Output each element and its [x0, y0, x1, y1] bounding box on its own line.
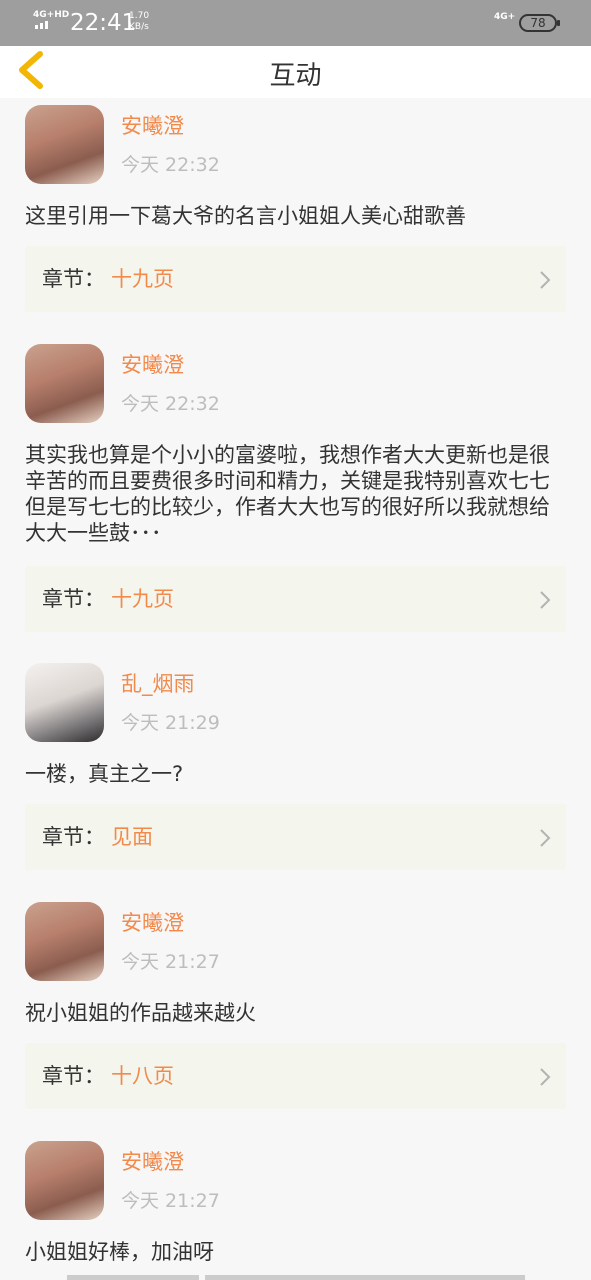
chevron-right-icon [540, 271, 551, 289]
chapter-link[interactable]: 章节： 十八页 [25, 1043, 566, 1109]
comment-content: 这里引用一下葛大爷的名言小姐姐人美心甜歌善 [25, 204, 466, 228]
chapter-name: 十九页 [111, 587, 174, 611]
chapter-label: 章节： [42, 267, 105, 291]
chapter-label: 章节： [42, 587, 105, 611]
comment-username[interactable]: 安曦澄 [121, 910, 184, 936]
network-type-right: 4G+ [494, 12, 516, 22]
chevron-right-icon [540, 1068, 551, 1086]
comment-time: 今天 21:27 [121, 951, 220, 973]
chevron-right-icon [540, 829, 551, 847]
comment-username[interactable]: 安曦澄 [121, 352, 184, 378]
signal-bars-icon [35, 21, 48, 29]
comment-time: 今天 21:29 [121, 712, 220, 734]
avatar[interactable] [25, 105, 104, 184]
battery-level: 78 [530, 16, 546, 30]
clock: 22:41 [70, 10, 137, 36]
comment-content: 小姐姐好棒，加油呀 [25, 1240, 214, 1264]
chapter-name: 十九页 [111, 267, 174, 291]
chapter-name: 见面 [111, 825, 153, 849]
network-speed-value: 1.70 [129, 11, 150, 21]
avatar[interactable] [25, 902, 104, 981]
comment-content: 其实我也算是个小小的富婆啦，我想作者大大更新也是很辛苦的而且要费很多时间和精力，… [25, 443, 550, 545]
scroll-indicator [67, 1275, 199, 1280]
chapter-link[interactable]: 章节： 见面 [25, 804, 566, 870]
network-speed-unit: KB/s [129, 22, 149, 32]
avatar[interactable] [25, 1141, 104, 1220]
chapter-link[interactable]: 章节： 十九页 [25, 246, 566, 312]
header: 互动 [0, 46, 591, 98]
battery-icon: 78 [519, 14, 560, 32]
comment-time: 今天 22:32 [121, 154, 220, 176]
chevron-right-icon [540, 591, 551, 609]
status-bar: 4G+HD 22:41 1.70 KB/s 4G+ 78 [0, 0, 591, 46]
scroll-indicator [205, 1275, 525, 1280]
comment-content: 一楼，真主之一? [25, 762, 184, 786]
comment-time: 今天 21:27 [121, 1190, 220, 1212]
chapter-label: 章节： [42, 1064, 105, 1088]
comment-content: 祝小姐姐的作品越来越火 [25, 1001, 256, 1025]
avatar[interactable] [25, 344, 104, 423]
comment-username[interactable]: 安曦澄 [121, 113, 184, 139]
chapter-label: 章节： [42, 825, 105, 849]
comment-username[interactable]: 乱_烟雨 [121, 671, 195, 697]
comment-username[interactable]: 安曦澄 [121, 1149, 184, 1175]
network-speed: 1.70 KB/s [129, 11, 149, 33]
network-type-left: 4G+HD [33, 10, 70, 20]
chapter-link[interactable]: 章节： 十九页 [25, 566, 566, 632]
comment-time: 今天 22:32 [121, 393, 220, 415]
avatar[interactable] [25, 663, 104, 742]
page-title: 互动 [269, 61, 322, 91]
chapter-name: 十八页 [111, 1064, 174, 1088]
